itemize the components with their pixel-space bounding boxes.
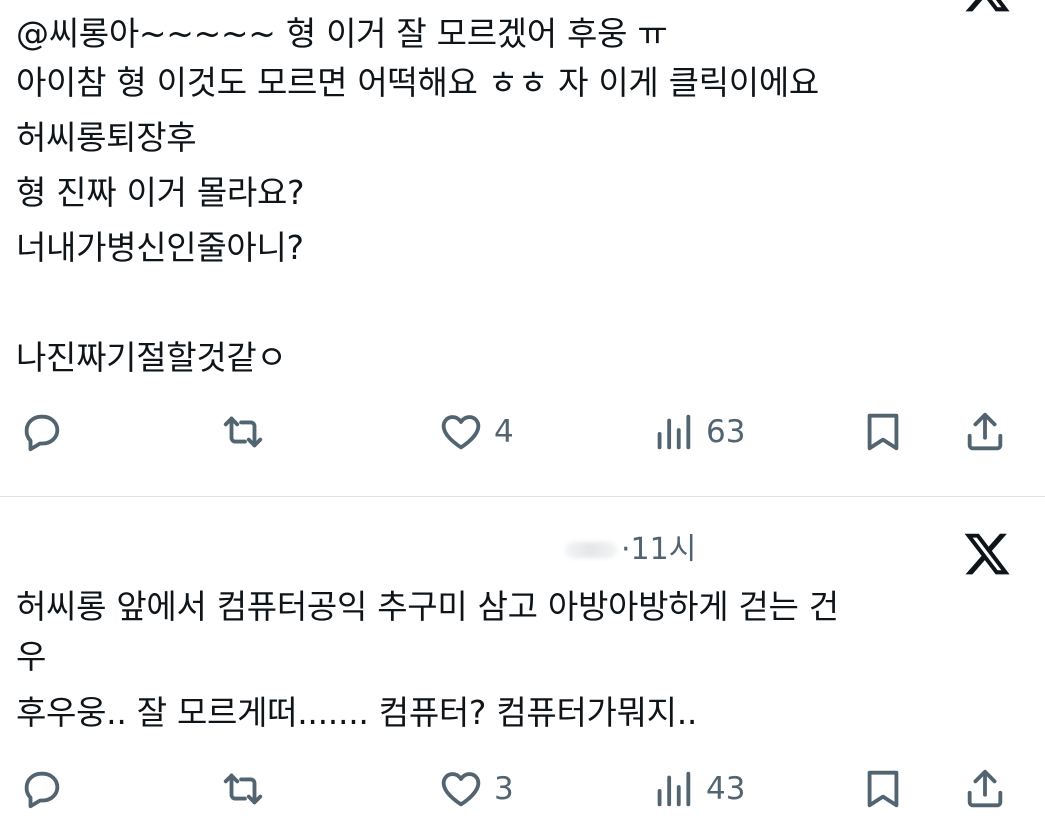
tweet-text-line: 후우웅.. 잘 모르게떠....... 컴퓨터? 컴퓨터가뭐지..	[16, 693, 698, 732]
share-button[interactable]	[962, 407, 1008, 457]
tweet-header-meta: · 11시	[565, 528, 696, 572]
like-button[interactable]: 4	[438, 407, 514, 457]
views-icon	[650, 766, 696, 812]
tweet-actions: 4 63	[0, 407, 1045, 457]
tweet-text-line: @씨롱아~~~~~ 형 이거 잘 모르겠어 후웅 ㅠ	[16, 14, 668, 53]
share-button[interactable]	[962, 764, 1008, 814]
reply-icon	[19, 409, 65, 455]
like-count: 4	[494, 414, 514, 450]
like-button[interactable]: 3	[438, 764, 514, 814]
tweet-text-line: 허씨롱퇴장후	[16, 118, 197, 157]
tweet-actions: 3 43	[0, 764, 1045, 814]
bookmark-icon	[860, 409, 906, 455]
tweet-text-line: 허씨롱 앞에서 컴퓨터공익 추구미 삼고 아방아방하게 걷는 건	[16, 587, 839, 626]
tweet-text-line: 나진짜기절할것같ㅇ	[16, 338, 287, 377]
tweet-1[interactable]: @씨롱아~~~~~ 형 이거 잘 모르겠어 후웅 ㅠ 아이참 형 이것도 모르면…	[0, 0, 1045, 496]
views-count: 63	[706, 414, 746, 450]
bookmark-icon	[860, 766, 906, 812]
like-count: 3	[494, 771, 514, 807]
blurred-author-name	[565, 542, 617, 558]
reply-button[interactable]	[19, 764, 65, 814]
reply-button[interactable]	[19, 407, 65, 457]
like-icon	[438, 766, 484, 812]
like-icon	[438, 409, 484, 455]
x-logo-icon	[962, 0, 1012, 16]
bookmark-button[interactable]	[860, 407, 906, 457]
share-icon	[962, 766, 1008, 812]
tweet-text-line: 우	[16, 637, 47, 676]
retweet-icon	[220, 409, 266, 455]
retweet-button[interactable]	[220, 764, 266, 814]
share-icon	[962, 409, 1008, 455]
retweet-icon	[220, 766, 266, 812]
tweet-text-line: 형 진짜 이거 몰라요?	[16, 173, 305, 212]
tweet-text-line: 너내가병신인줄아니?	[16, 228, 304, 267]
retweet-button[interactable]	[220, 407, 266, 457]
views-icon	[650, 409, 696, 455]
reply-icon	[19, 766, 65, 812]
tweet-text-line: 아이참 형 이것도 모르면 어떡해요 ㅎㅎ 자 이게 클릭이에요	[16, 63, 819, 102]
views-button[interactable]: 63	[650, 407, 745, 457]
tweet-timestamp[interactable]: 11시	[631, 528, 697, 572]
meta-separator: ·	[621, 532, 631, 567]
views-count: 43	[706, 771, 746, 807]
bookmark-button[interactable]	[860, 764, 906, 814]
x-logo-icon	[962, 529, 1012, 579]
views-button[interactable]: 43	[650, 764, 745, 814]
